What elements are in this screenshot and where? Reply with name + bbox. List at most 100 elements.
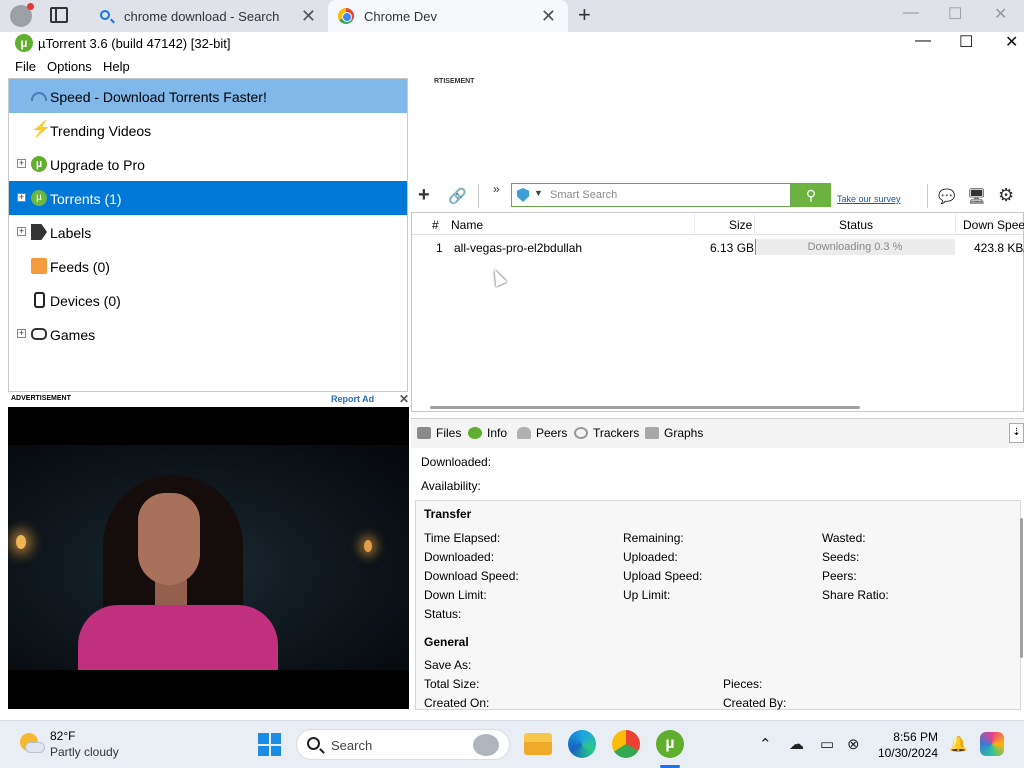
sidebar-item-speed[interactable]: Speed - Download Torrents Faster!	[9, 79, 407, 113]
created-by-label: Created By:	[723, 696, 787, 710]
torrent-status: Downloading 0.3 %	[807, 241, 903, 253]
created-on-label: Created On:	[424, 696, 490, 710]
tab-info[interactable]: Info	[468, 426, 507, 440]
add-link-button[interactable]: 🔗	[448, 187, 467, 205]
expand-icon[interactable]: +	[17, 159, 26, 168]
ad-label: RTISEMENT	[434, 78, 475, 85]
search-input[interactable]: Smart Search	[550, 189, 617, 201]
upload-speed-label: Upload Speed:	[623, 569, 703, 583]
tab-label: Files	[436, 426, 462, 440]
tab-close-icon[interactable]: ✕	[541, 6, 556, 27]
ad-close-icon[interactable]: ✕	[399, 392, 409, 406]
new-tab-button[interactable]: +	[578, 2, 591, 28]
column-size[interactable]: Size	[729, 218, 752, 232]
chat-icon[interactable]: 💬	[938, 188, 955, 205]
toolbar: + 🔗 » ▼ Smart Search ⚲ Take our survey 💬…	[410, 180, 1024, 212]
weather-temperature: 82°F	[50, 729, 76, 743]
chevron-down-icon[interactable]: ⇣	[1009, 423, 1024, 443]
tab-graphs[interactable]: Graphs	[645, 426, 703, 440]
browser-minimize-button[interactable]: —	[903, 4, 919, 22]
sidebar-item-games[interactable]: + Games	[9, 317, 407, 351]
down-limit-label: Down Limit:	[424, 588, 487, 602]
torrent-down-speed: 423.8 KB/s	[974, 241, 1024, 255]
search-button[interactable]: ⚲	[791, 183, 831, 207]
pieces-label: Pieces:	[723, 677, 763, 691]
chrome-dev-icon[interactable]	[612, 730, 640, 758]
column-down-speed[interactable]: Down Speed	[963, 218, 1024, 232]
menu-file[interactable]: File	[15, 59, 36, 74]
browser-tab-chrome-dev[interactable]: Chrome Dev ✕	[328, 0, 568, 32]
sidebar-item-trending-videos[interactable]: ⚡ Trending Videos	[9, 113, 407, 147]
column-number[interactable]: #	[432, 218, 439, 232]
video-light	[364, 540, 372, 552]
transfer-heading: Transfer	[424, 507, 472, 521]
sidebar-item-upgrade[interactable]: + µ Upgrade to Pro	[9, 147, 407, 181]
column-status[interactable]: Status	[839, 218, 873, 232]
wasted-label: Wasted:	[822, 531, 866, 545]
sidebar: Speed - Download Torrents Faster! ⚡ Tren…	[8, 78, 408, 392]
browser-tab-search[interactable]: chrome download - Search ✕	[88, 0, 328, 32]
info-group: Transfer Time Elapsed: Downloaded: Downl…	[415, 500, 1021, 710]
taskbar-search[interactable]: Search	[296, 729, 510, 760]
display-icon[interactable]: ▭	[820, 735, 834, 753]
menu-options[interactable]: Options	[47, 59, 92, 74]
graph-icon	[645, 427, 659, 439]
chevron-down-icon[interactable]: ▼	[534, 188, 543, 198]
column-name[interactable]: Name	[451, 218, 483, 232]
windows-start-button[interactable]	[258, 733, 281, 756]
toolbar-overflow-button[interactable]: »	[493, 182, 500, 196]
minimize-button[interactable]: —	[915, 32, 931, 50]
taskbar-search-label: Search	[331, 738, 373, 753]
onedrive-icon[interactable]: ☁	[789, 735, 804, 753]
gamepad-icon	[31, 328, 47, 340]
utorrent-taskbar-icon[interactable]: µ	[656, 730, 684, 758]
sidebar-item-label: Games	[50, 327, 96, 343]
tab-close-icon[interactable]: ✕	[301, 6, 316, 27]
copilot-icon[interactable]	[980, 732, 1004, 756]
sidebar-item-devices[interactable]: Devices (0)	[9, 283, 407, 317]
file-explorer-icon[interactable]	[524, 733, 552, 755]
tab-label: Graphs	[664, 426, 704, 440]
survey-link[interactable]: Take our survey	[837, 194, 901, 204]
chevron-up-icon[interactable]: ⌃	[759, 735, 772, 753]
vertical-scrollbar[interactable]	[1020, 518, 1023, 658]
info-panel: Downloaded: Availability: Transfer Time …	[411, 448, 1024, 710]
report-ad-link[interactable]: Report Ad	[331, 394, 374, 404]
add-torrent-button[interactable]: +	[418, 184, 430, 207]
torrent-list-header: # Name Size Status Down Speed	[412, 213, 1024, 235]
menu-help[interactable]: Help	[103, 59, 130, 74]
expand-icon[interactable]: +	[17, 329, 26, 338]
peers-label: Peers:	[822, 569, 857, 583]
sidebar-item-label: Upgrade to Pro	[50, 157, 145, 173]
sidebar-item-feeds[interactable]: Feeds (0)	[9, 249, 407, 283]
horizontal-scrollbar[interactable]	[430, 406, 860, 409]
total-size-label: Total Size:	[424, 677, 480, 691]
top-advertisement: RTISEMENT	[410, 78, 1024, 178]
table-row[interactable]: 1 all-vegas-pro-el2bdullah 6.13 GB Downl…	[412, 237, 1024, 257]
save-as-label: Save As:	[424, 658, 472, 672]
system-clock[interactable]: 8:56 PM 10/30/2024	[868, 729, 938, 761]
browser-restore-button[interactable]: ☐	[948, 4, 962, 24]
browser-close-button[interactable]: ✕	[994, 4, 1007, 24]
tab-files[interactable]: Files	[417, 426, 461, 440]
expand-icon[interactable]: +	[17, 227, 26, 236]
time-elapsed-label: Time Elapsed:	[424, 531, 501, 545]
sidebar-item-labels[interactable]: + Labels	[9, 215, 407, 249]
sidebar-item-torrents[interactable]: + µ Torrents (1)	[9, 181, 407, 215]
tab-peers[interactable]: Peers	[517, 426, 567, 440]
weather-condition: Partly cloudy	[50, 745, 119, 759]
general-heading: General	[424, 635, 469, 649]
monitor-icon[interactable]: 🖥	[967, 187, 986, 205]
tab-actions-icon[interactable]	[50, 7, 68, 23]
network-icon[interactable]: ⊗	[847, 735, 860, 753]
notification-bell-icon[interactable]: 🔔	[949, 735, 968, 753]
close-button[interactable]: ✕	[1005, 32, 1018, 52]
ad-video[interactable]	[8, 445, 409, 670]
edge-icon[interactable]	[568, 730, 596, 758]
expand-icon[interactable]: +	[17, 193, 26, 202]
chrome-icon	[338, 8, 354, 24]
maximize-button[interactable]: ☐	[959, 32, 973, 52]
smart-search[interactable]: ▼ Smart Search ⚲	[511, 183, 831, 207]
gear-icon[interactable]: ⚙	[998, 185, 1014, 206]
tab-trackers[interactable]: Trackers	[574, 426, 639, 440]
